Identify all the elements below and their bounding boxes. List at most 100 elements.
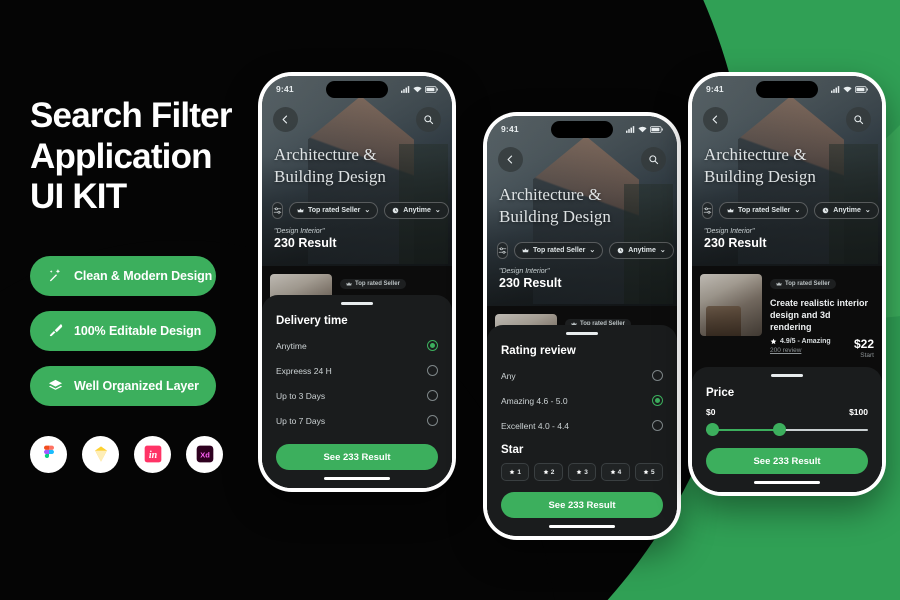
see-results-button[interactable]: See 233 Result bbox=[501, 492, 663, 518]
star-filter-row: 1 2 3 4 5 bbox=[501, 463, 664, 481]
result-summary: "Design Interior" 230 Result bbox=[499, 268, 562, 290]
sheet-grabber[interactable] bbox=[341, 302, 373, 305]
phone-screen: 9:41 Architecture & Building Design Top … bbox=[692, 76, 882, 492]
star-icon bbox=[543, 469, 549, 475]
option-label: Any bbox=[501, 370, 516, 381]
star-filter-4[interactable]: 4 bbox=[601, 463, 630, 481]
battery-icon bbox=[425, 85, 438, 93]
chevron-down-icon: ⌄ bbox=[364, 207, 371, 214]
price-max-label: $100 bbox=[849, 407, 868, 417]
chip-top-rated-seller[interactable]: Top rated Seller ⌄ bbox=[719, 201, 809, 219]
back-button[interactable] bbox=[498, 147, 523, 172]
svg-text:in: in bbox=[148, 450, 157, 461]
option-label: Excellent 4.0 - 4.4 bbox=[501, 420, 570, 431]
radio-button[interactable] bbox=[652, 370, 663, 381]
chip-anytime[interactable]: Anytime ⌄ bbox=[609, 241, 674, 259]
option-label: Amazing 4.6 - 5.0 bbox=[501, 395, 568, 406]
rating-option-list: Any Amazing 4.6 - 5.0 Excellent 4.0 - 4.… bbox=[501, 363, 663, 438]
star-filter-label: 5 bbox=[651, 468, 655, 476]
chip-filter-toggle[interactable] bbox=[702, 201, 713, 219]
chip-top-rated-seller[interactable]: Top rated Seller ⌄ bbox=[289, 201, 379, 219]
search-button[interactable] bbox=[846, 107, 871, 132]
hero-title-line-2: Building Design bbox=[274, 166, 386, 186]
chip-label: Top rated Seller bbox=[738, 206, 791, 214]
option-row-express-24h[interactable]: Expreess 24 H bbox=[276, 358, 438, 383]
result-count: 230 Result bbox=[499, 276, 562, 290]
radio-button[interactable] bbox=[427, 390, 438, 401]
radio-button[interactable] bbox=[427, 365, 438, 376]
result-count: 230 Result bbox=[704, 236, 767, 250]
option-row-any[interactable]: Any bbox=[501, 363, 663, 388]
radio-button[interactable] bbox=[427, 415, 438, 426]
clock-icon bbox=[392, 207, 399, 213]
hero-header-row bbox=[487, 147, 677, 172]
phone-screen: 9:41 Architecture & Building Design Top … bbox=[262, 76, 452, 488]
radio-button[interactable] bbox=[652, 420, 663, 431]
back-button[interactable] bbox=[273, 107, 298, 132]
star-filter-label: 4 bbox=[617, 468, 622, 476]
back-button[interactable] bbox=[703, 107, 728, 132]
status-time: 9:41 bbox=[276, 84, 294, 94]
sheet-grabber[interactable] bbox=[566, 332, 598, 335]
radio-button[interactable] bbox=[427, 340, 438, 351]
star-filter-label: 1 bbox=[517, 468, 522, 476]
chevron-down-icon: ⌄ bbox=[589, 247, 596, 254]
app-chip-figma bbox=[30, 435, 67, 473]
filter-sliders-icon bbox=[703, 206, 712, 214]
sheet-grabber[interactable] bbox=[771, 374, 803, 377]
chevron-down-icon: ⌄ bbox=[659, 247, 666, 254]
result-summary: "Design Interior" 230 Result bbox=[274, 228, 337, 250]
feature-badge-label: 100% Editable Design bbox=[74, 323, 202, 338]
back-arrow-icon bbox=[282, 115, 288, 124]
search-button[interactable] bbox=[641, 147, 666, 172]
status-icons bbox=[831, 85, 868, 93]
star-filter-5[interactable]: 5 bbox=[634, 463, 664, 481]
star-icon bbox=[770, 339, 777, 345]
status-badge-label: Top rated Seller bbox=[355, 281, 400, 287]
option-row-excellent[interactable]: Excellent 4.0 - 4.4 bbox=[501, 413, 663, 438]
chip-filter-toggle[interactable] bbox=[497, 241, 508, 259]
crown-icon bbox=[346, 282, 352, 286]
listing-review-link[interactable]: 200 review bbox=[770, 347, 831, 354]
star-filter-2[interactable]: 2 bbox=[534, 463, 563, 481]
app-chip-invision: in bbox=[134, 435, 171, 473]
chevron-down-icon: ⌄ bbox=[434, 207, 441, 214]
price-range-slider[interactable] bbox=[706, 423, 868, 437]
status-badge-label: Top rated Seller bbox=[785, 281, 830, 287]
chip-top-rated-seller[interactable]: Top rated Seller ⌄ bbox=[514, 241, 604, 259]
hero-title: Architecture & Building Design bbox=[274, 144, 386, 188]
chip-filter-toggle[interactable] bbox=[272, 201, 283, 219]
star-filter-3[interactable]: 3 bbox=[567, 463, 597, 481]
option-row-amazing[interactable]: Amazing 4.6 - 5.0 bbox=[501, 388, 663, 413]
option-row-up-to-7-days[interactable]: Up to 7 Days bbox=[276, 408, 438, 433]
option-row-up-to-3-days[interactable]: Up to 3 Days bbox=[276, 383, 438, 408]
sheet-title: Rating review bbox=[501, 345, 576, 357]
slider-handle-low[interactable] bbox=[706, 423, 719, 436]
see-results-button[interactable]: See 233 Result bbox=[276, 444, 438, 470]
slider-handle-high[interactable] bbox=[772, 423, 786, 436]
result-summary: "Design Interior" 230 Result bbox=[704, 228, 767, 250]
phone-mockup-rating: 9:41 Architecture & Building Design Top … bbox=[483, 112, 681, 540]
chip-label: Anytime bbox=[833, 206, 861, 214]
search-icon bbox=[649, 155, 659, 165]
star-filter-1[interactable]: 1 bbox=[501, 463, 530, 481]
star-icon bbox=[509, 469, 515, 475]
option-row-anytime[interactable]: Anytime bbox=[276, 333, 438, 358]
chevron-down-icon: ⌄ bbox=[864, 207, 871, 214]
feature-badge-list: Clean & Modern Design 100% Editable Desi… bbox=[30, 255, 270, 406]
wifi-icon bbox=[638, 126, 647, 132]
chip-anytime[interactable]: Anytime ⌄ bbox=[814, 201, 879, 219]
clock-icon bbox=[617, 247, 624, 253]
delivery-option-list: Anytime Expreess 24 H Up to 3 Days Up to… bbox=[276, 333, 438, 433]
radio-button[interactable] bbox=[652, 395, 663, 406]
signal-icon bbox=[626, 125, 635, 133]
app-compat-list: in Xd bbox=[30, 435, 270, 473]
search-button[interactable] bbox=[416, 107, 441, 132]
dynamic-island bbox=[756, 81, 818, 98]
listing-title: Create realistic interior design and 3d … bbox=[770, 298, 869, 333]
status-time: 9:41 bbox=[706, 84, 724, 94]
hero-title-line-1: Architecture & bbox=[704, 145, 807, 164]
chevron-down-icon: ⌄ bbox=[794, 207, 801, 214]
see-results-button[interactable]: See 233 Result bbox=[706, 448, 868, 474]
chip-anytime[interactable]: Anytime ⌄ bbox=[384, 201, 449, 219]
